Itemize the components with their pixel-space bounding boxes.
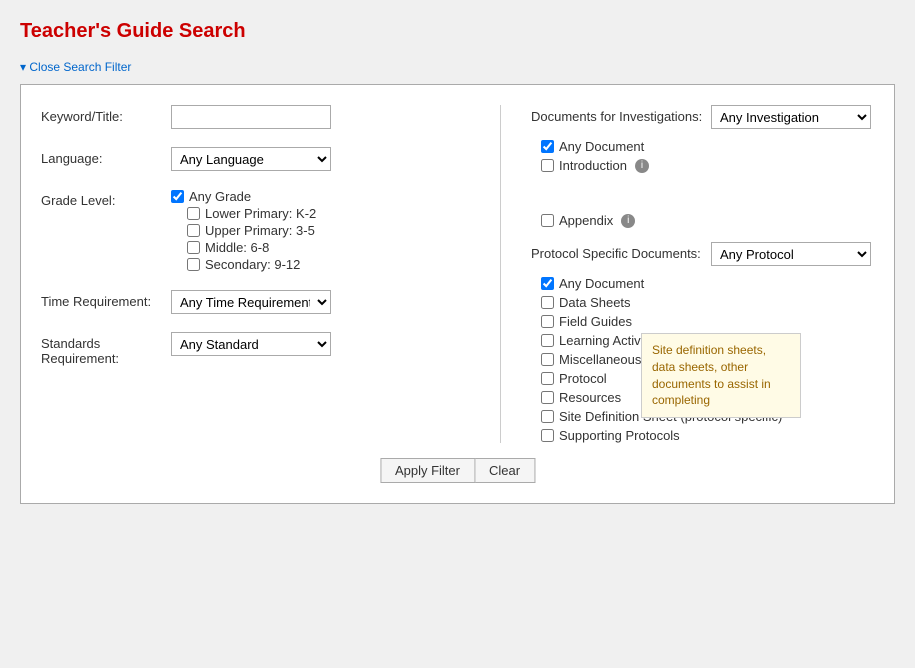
protocol-select[interactable]: Any Protocol Protocol A Protocol B: [711, 242, 871, 266]
proto-supporting-checkbox[interactable]: [541, 429, 554, 442]
page-title: Teacher's Guide Search: [20, 20, 895, 43]
grade-lower-item: Lower Primary: K-2: [171, 206, 480, 221]
doc-appendix-checkbox[interactable]: [541, 214, 554, 227]
protocol-row: Protocol Specific Documents: Any Protoco…: [531, 242, 874, 266]
proto-resources-checkbox[interactable]: [541, 391, 554, 404]
grade-secondary-checkbox[interactable]: [187, 258, 200, 271]
proto-resources-label: Resources: [559, 390, 621, 405]
proto-field-item: Field Guides: [541, 314, 874, 329]
language-select[interactable]: Any Language English Spanish French: [171, 147, 331, 171]
grade-any-label: Any Grade: [189, 189, 251, 204]
proto-data-item: Data Sheets: [541, 295, 874, 310]
grade-lower-checkbox[interactable]: [187, 207, 200, 220]
language-label: Language:: [41, 147, 171, 166]
close-filter-link[interactable]: Close Search Filter: [20, 60, 131, 74]
standards-select[interactable]: Any Standard NGSS Common Core: [171, 332, 331, 356]
protocol-label: Protocol Specific Documents:: [531, 242, 711, 261]
grade-upper-checkbox[interactable]: [187, 224, 200, 237]
invest-docs-group: Any Document Introduction i Appendix i: [531, 139, 874, 228]
keyword-label: Keyword/Title:: [41, 105, 171, 124]
proto-data-checkbox[interactable]: [541, 296, 554, 309]
invest-row: Documents for Investigations: Any Invest…: [531, 105, 874, 129]
doc-intro-item: Introduction i: [541, 158, 874, 173]
footer-buttons: Apply Filter Clear: [380, 458, 535, 483]
proto-any-checkbox[interactable]: [541, 277, 554, 290]
proto-misc-checkbox[interactable]: [541, 353, 554, 366]
invest-label: Documents for Investigations:: [531, 105, 711, 124]
proto-supporting-item: Supporting Protocols: [541, 428, 874, 443]
proto-protocol-label: Protocol: [559, 371, 607, 386]
investigation-select[interactable]: Any Investigation Investigation 1 Invest…: [711, 105, 871, 129]
clear-button[interactable]: Clear: [475, 458, 535, 483]
grade-middle-item: Middle: 6-8: [171, 240, 480, 255]
time-select[interactable]: Any Time Requirement 30 min 60 min 90 mi…: [171, 290, 331, 314]
doc-any-item: Any Document: [541, 139, 874, 154]
time-row: Time Requirement: Any Time Requirement 3…: [41, 290, 480, 314]
apply-button[interactable]: Apply Filter: [380, 458, 475, 483]
proto-data-label: Data Sheets: [559, 295, 631, 310]
doc-any-checkbox[interactable]: [541, 140, 554, 153]
proto-field-checkbox[interactable]: [541, 315, 554, 328]
standards-label: Standards Requirement:: [41, 332, 171, 366]
time-label: Time Requirement:: [41, 290, 171, 309]
standards-row: Standards Requirement: Any Standard NGSS…: [41, 332, 480, 366]
proto-any-item: Any Document: [541, 276, 874, 291]
grade-secondary-label: Secondary: 9-12: [205, 257, 300, 272]
proto-supporting-label: Supporting Protocols: [559, 428, 680, 443]
appendix-info-icon[interactable]: i: [621, 214, 635, 228]
proto-any-label: Any Document: [559, 276, 644, 291]
grade-upper-label: Upper Primary: 3-5: [205, 223, 315, 238]
keyword-input[interactable]: [171, 105, 331, 129]
proto-field-label: Field Guides: [559, 314, 632, 329]
language-row: Language: Any Language English Spanish F…: [41, 147, 480, 171]
grade-middle-checkbox[interactable]: [187, 241, 200, 254]
doc-any-label: Any Document: [559, 139, 644, 154]
keyword-row: Keyword/Title:: [41, 105, 480, 129]
proto-misc-label: Miscellaneous: [559, 352, 641, 367]
filter-panel: Keyword/Title: Language: Any Language En…: [20, 84, 895, 504]
proto-site-checkbox[interactable]: [541, 410, 554, 423]
grade-row: Grade Level: Any Grade Lower Primary: K-…: [41, 189, 480, 272]
grade-upper-item: Upper Primary: 3-5: [171, 223, 480, 238]
doc-intro-checkbox[interactable]: [541, 159, 554, 172]
doc-intro-label: Introduction: [559, 158, 627, 173]
doc-appendix-item: Appendix i: [541, 213, 874, 228]
grade-any-item: Any Grade: [171, 189, 480, 204]
tooltip-box: Site definition sheets, data sheets, oth…: [641, 333, 801, 418]
grade-any-checkbox[interactable]: [171, 190, 184, 203]
grade-secondary-item: Secondary: 9-12: [171, 257, 480, 272]
grade-lower-label: Lower Primary: K-2: [205, 206, 316, 221]
grade-label: Grade Level:: [41, 189, 171, 208]
grade-middle-label: Middle: 6-8: [205, 240, 269, 255]
left-column: Keyword/Title: Language: Any Language En…: [41, 105, 501, 443]
doc-appendix-label: Appendix: [559, 213, 613, 228]
proto-learning-checkbox[interactable]: [541, 334, 554, 347]
intro-info-icon[interactable]: i: [635, 159, 649, 173]
proto-protocol-checkbox[interactable]: [541, 372, 554, 385]
